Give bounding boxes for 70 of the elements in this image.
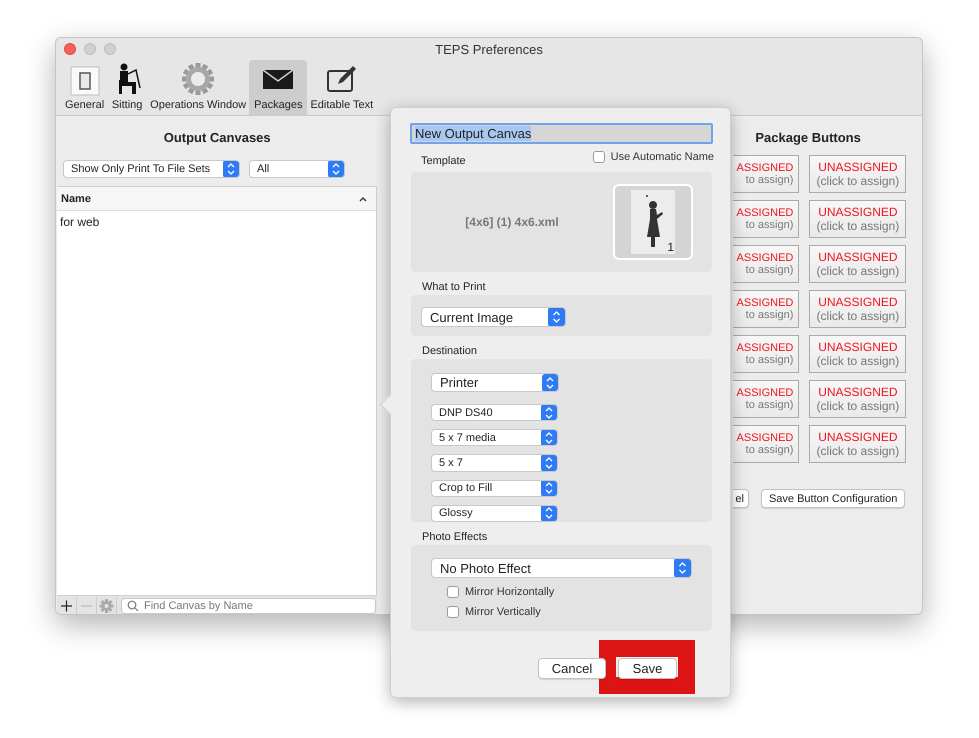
package-button[interactable]: ASSIGNED to assign) bbox=[733, 200, 800, 238]
photo-effect-popup[interactable]: No Photo Effect bbox=[431, 558, 692, 578]
updown-icon bbox=[328, 161, 344, 177]
destination-popup[interactable]: Printer bbox=[431, 373, 559, 392]
package-button[interactable]: ASSIGNED to assign) bbox=[733, 245, 800, 283]
filter-popup[interactable]: Show Only Print To File Sets bbox=[63, 160, 240, 178]
package-button[interactable]: ASSIGNED to assign) bbox=[733, 380, 800, 418]
zoom-button[interactable] bbox=[104, 43, 116, 55]
cancel-button[interactable]: Cancel bbox=[538, 658, 606, 679]
updown-icon bbox=[223, 161, 239, 177]
template-thumbnail[interactable]: 1 bbox=[613, 184, 693, 260]
package-button[interactable]: UNASSIGNED (click to assign) bbox=[809, 245, 906, 283]
column-header[interactable]: Name bbox=[61, 192, 91, 204]
package-button[interactable]: UNASSIGNED (click to assign) bbox=[809, 155, 906, 193]
checkbox[interactable] bbox=[447, 586, 459, 598]
cancel-button[interactable]: el bbox=[733, 489, 749, 508]
updown-icon bbox=[541, 430, 557, 446]
template-name: [4x6] (1) 4x6.xml bbox=[464, 215, 560, 229]
updown-icon bbox=[541, 405, 557, 420]
toolbar-tab[interactable]: Sitting bbox=[107, 60, 148, 115]
section-label: Template bbox=[421, 155, 467, 167]
destination-popup[interactable]: DNP DS40 bbox=[431, 404, 558, 422]
updown-icon bbox=[548, 308, 565, 326]
updown-icon bbox=[541, 506, 557, 521]
search-icon bbox=[127, 600, 139, 612]
toolbar-tab[interactable]: Operations Window bbox=[147, 60, 250, 115]
updown-icon bbox=[541, 480, 557, 496]
package-button[interactable]: ASSIGNED to assign) bbox=[733, 335, 800, 373]
checkbox-label: Use Automatic Name bbox=[610, 151, 714, 163]
destination-popup[interactable]: Crop to Fill bbox=[431, 480, 558, 497]
toolbar-tab[interactable]: General bbox=[62, 60, 108, 115]
save-button[interactable]: Save bbox=[618, 658, 677, 679]
search-field[interactable]: Find Canvas by Name bbox=[121, 598, 376, 614]
panel-title: Output Canvases bbox=[162, 130, 272, 146]
package-button[interactable]: UNASSIGNED (click to assign) bbox=[809, 380, 906, 418]
checkbox-label: Mirror Horizontally bbox=[465, 586, 554, 598]
close-button[interactable] bbox=[64, 43, 76, 55]
checkbox-label: Mirror Vertically bbox=[465, 606, 541, 618]
section-label: Destination bbox=[421, 344, 478, 359]
what-to-print-popup[interactable]: Current Image bbox=[421, 307, 566, 327]
minimize-button[interactable] bbox=[84, 43, 96, 55]
window-title: TEPS Preferences bbox=[435, 42, 543, 56]
section-label: Photo Effects bbox=[421, 530, 488, 545]
name-field[interactable]: New Output Canvas bbox=[410, 123, 713, 144]
updown-icon bbox=[541, 455, 557, 471]
destination-popup[interactable]: 5 x 7 media bbox=[431, 429, 558, 446]
gear-button[interactable] bbox=[97, 596, 117, 614]
table-row[interactable]: for web bbox=[57, 211, 376, 233]
package-button[interactable]: ASSIGNED to assign) bbox=[733, 425, 800, 463]
switch-icon bbox=[70, 66, 100, 96]
destination-popup[interactable]: 5 x 7 bbox=[431, 454, 558, 472]
toolbar-tab[interactable]: Packages bbox=[249, 60, 308, 115]
destination-popup[interactable]: Glossy bbox=[431, 504, 558, 522]
checkbox[interactable] bbox=[447, 606, 459, 618]
sort-caret-icon bbox=[358, 194, 368, 202]
type-popup[interactable]: All bbox=[249, 160, 345, 178]
save-configuration-button[interactable]: Save Button Configuration bbox=[760, 489, 906, 508]
package-button[interactable]: ASSIGNED to assign) bbox=[733, 155, 800, 193]
package-button[interactable]: UNASSIGNED (click to assign) bbox=[809, 425, 906, 463]
section-label: What to Print bbox=[421, 280, 487, 295]
toolbar-tab[interactable]: Editable Text bbox=[307, 60, 376, 115]
template-number: 1 bbox=[667, 240, 674, 254]
updown-icon bbox=[542, 374, 558, 392]
package-button[interactable]: ASSIGNED to assign) bbox=[733, 290, 800, 328]
package-button[interactable]: UNASSIGNED (click to assign) bbox=[809, 290, 906, 328]
updown-icon bbox=[674, 559, 691, 577]
package-button[interactable]: UNASSIGNED (click to assign) bbox=[809, 335, 906, 373]
checkbox[interactable] bbox=[592, 151, 605, 163]
package-button[interactable]: UNASSIGNED (click to assign) bbox=[809, 200, 906, 238]
panel-title: Package Buttons bbox=[754, 130, 862, 146]
